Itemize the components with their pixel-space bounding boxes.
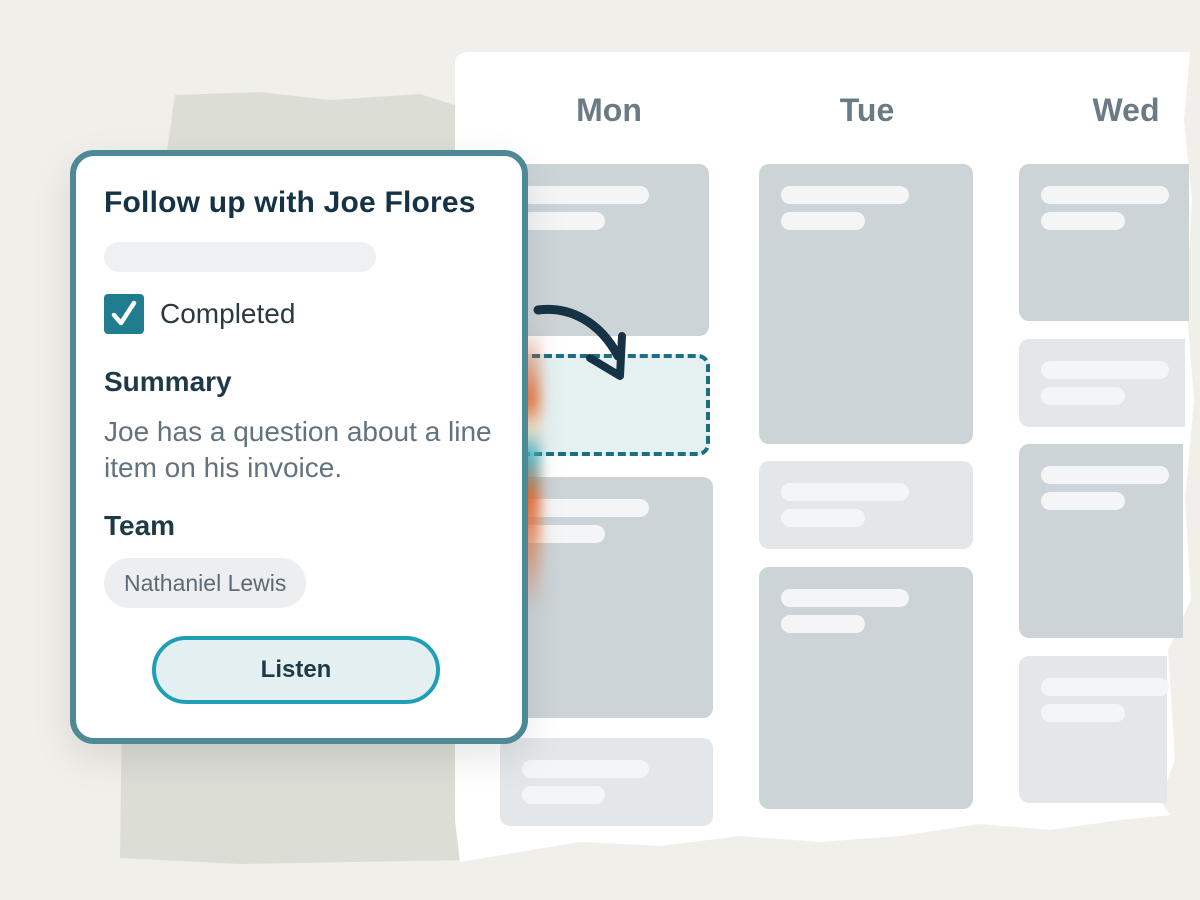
listen-button[interactable]: Listen <box>152 636 440 704</box>
placeholder-line <box>522 212 605 230</box>
placeholder-line <box>781 509 865 527</box>
checkmark-icon <box>111 300 137 326</box>
placeholder-line <box>1041 492 1125 510</box>
summary-text: Joe has a question about a line item on … <box>104 416 492 483</box>
placeholder-line <box>781 589 909 607</box>
day-header-tue: Tue <box>839 92 895 128</box>
placeholder-line <box>522 499 649 517</box>
calendar-event-card[interactable] <box>759 567 973 809</box>
completed-checkbox[interactable] <box>104 294 144 334</box>
placeholder-line <box>781 186 909 204</box>
calendar-event-card[interactable] <box>759 461 973 549</box>
placeholder-bar <box>104 242 376 272</box>
placeholder-line <box>781 212 865 230</box>
placeholder-line <box>1041 466 1169 484</box>
calendar-event-card[interactable] <box>1019 444 1183 638</box>
placeholder-line <box>1041 678 1169 696</box>
placeholder-line <box>1041 387 1125 405</box>
calendar-event-card[interactable] <box>1019 656 1169 803</box>
team-heading: Team <box>104 510 176 541</box>
task-title: Follow up with Joe Flores <box>104 186 476 219</box>
placeholder-line <box>1041 186 1169 204</box>
placeholder-line <box>522 186 649 204</box>
summary-heading: Summary <box>104 366 232 397</box>
day-header-wed: Wed <box>1092 92 1160 128</box>
placeholder-line <box>522 760 649 778</box>
scheduler-scene: Mon Tue Wed Follow up with Joe Flores Co… <box>0 0 1200 900</box>
placeholder-line <box>1041 212 1125 230</box>
placeholder-line <box>781 615 865 633</box>
placeholder-line <box>1041 361 1169 379</box>
completed-label: Completed <box>160 298 296 329</box>
team-member-chip[interactable]: Nathaniel Lewis <box>104 558 307 608</box>
placeholder-line <box>781 483 909 501</box>
placeholder-line <box>522 786 605 804</box>
calendar-event-card[interactable] <box>500 738 713 826</box>
curved-arrow-icon <box>533 304 626 380</box>
calendar-event-card[interactable] <box>759 164 973 444</box>
day-header-mon: Mon <box>576 92 642 128</box>
calendar-event-card[interactable] <box>1019 339 1185 427</box>
task-detail-card: Follow up with Joe Flores Completed Summ… <box>70 150 528 744</box>
placeholder-line <box>1041 704 1125 722</box>
calendar-event-card[interactable] <box>1019 164 1189 321</box>
